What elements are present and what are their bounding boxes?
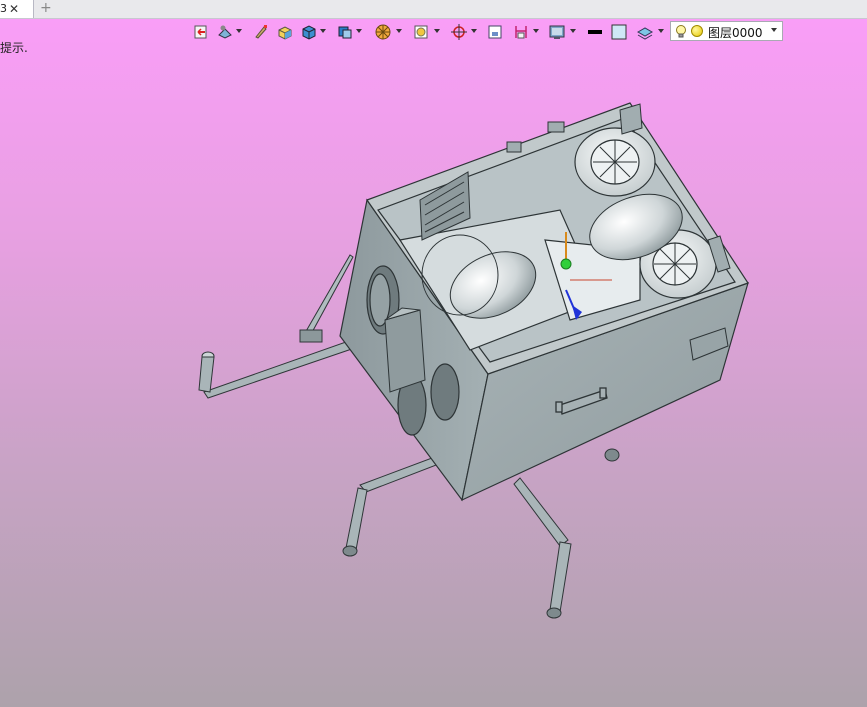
- section-icon[interactable]: [374, 23, 392, 41]
- layer-color-icon[interactable]: [691, 25, 703, 37]
- cube-icon[interactable]: [300, 23, 318, 41]
- view-orient-dropdown[interactable]: [236, 29, 242, 33]
- line-color-icon[interactable]: [586, 23, 604, 41]
- view-toolbar: 图层0000: [190, 21, 790, 43]
- 3d-viewport[interactable]: [0, 0, 867, 707]
- background-dropdown[interactable]: [570, 29, 576, 33]
- display-style-icon[interactable]: [336, 23, 354, 41]
- layer-select[interactable]: 图层0000: [670, 21, 783, 41]
- section-dropdown[interactable]: [396, 29, 402, 33]
- snap-icon[interactable]: [450, 23, 468, 41]
- frame-icon[interactable]: [412, 23, 430, 41]
- background-icon[interactable]: [548, 23, 566, 41]
- brush-icon[interactable]: [252, 23, 270, 41]
- housing: [339, 102, 749, 502]
- box-shaded-icon[interactable]: [276, 23, 294, 41]
- view-orient-icon[interactable]: [216, 23, 234, 41]
- snap-dropdown[interactable]: [471, 29, 477, 33]
- box-select-icon[interactable]: [486, 23, 504, 41]
- status-hint: 提示.: [0, 41, 28, 55]
- lightbulb-icon[interactable]: [675, 24, 687, 43]
- exit-sketch-icon[interactable]: [192, 23, 210, 41]
- dimension-icon[interactable]: [512, 23, 530, 41]
- fan-top: [574, 127, 656, 197]
- layer-manager-dropdown[interactable]: [658, 29, 664, 33]
- fill-color-icon[interactable]: [610, 23, 628, 41]
- layer-name: 图层0000: [708, 26, 763, 40]
- layer-manager-icon[interactable]: [636, 23, 654, 41]
- display-style-dropdown[interactable]: [356, 29, 362, 33]
- dimension-dropdown[interactable]: [533, 29, 539, 33]
- chevron-down-icon[interactable]: [771, 28, 777, 32]
- cube-dropdown[interactable]: [320, 29, 326, 33]
- motor-block: [384, 307, 426, 393]
- frame-dropdown[interactable]: [434, 29, 440, 33]
